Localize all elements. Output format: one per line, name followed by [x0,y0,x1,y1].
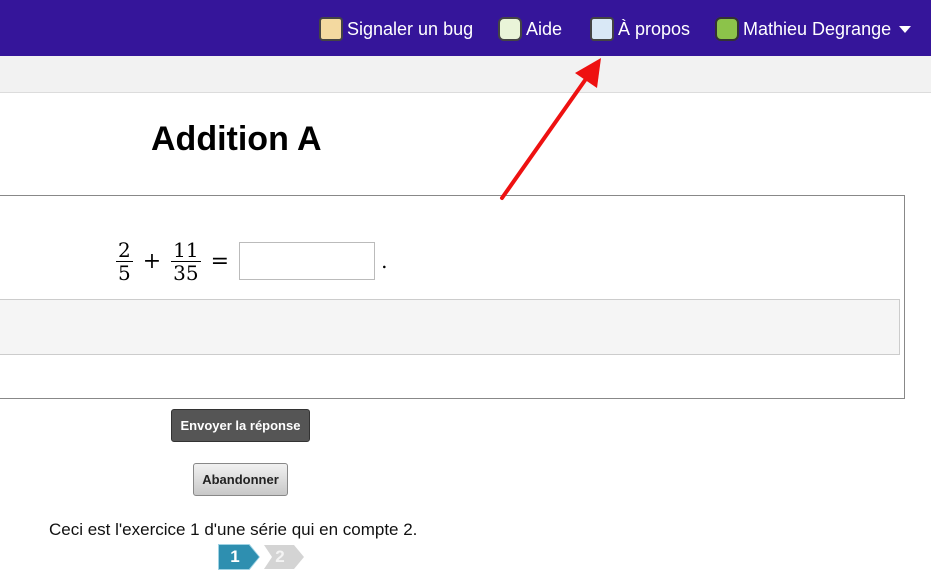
page-title: Addition A [151,120,322,158]
report-bug-label: Signaler un bug [347,18,474,39]
secondary-toolbar [0,56,931,93]
series-progress-text: Ceci est l'exercice 1 d'une série qui en… [49,520,418,539]
arrow-shaft [500,74,590,200]
step-1-label: 1 [230,547,240,566]
equals-sign: = [210,248,230,274]
fraction-first-numerator: 2 [118,237,131,262]
fraction-first: 2 5 [116,239,133,284]
user-avatar-icon [715,17,739,41]
help-label: Aide [526,18,563,39]
answer-input[interactable] [239,242,376,280]
chevron-down-icon [899,25,912,33]
plus-operator: + [142,248,162,274]
about-icon [590,17,614,41]
step-2-label: 2 [275,547,285,566]
equation: 2 5 + 11 35 = . [112,233,387,289]
help-link[interactable]: Aide [498,15,562,43]
sentence-period: . [381,249,388,273]
step-2-indicator[interactable]: 2 [264,545,304,569]
report-bug-link[interactable]: Signaler un bug [319,15,473,43]
fraction-second: 11 35 [171,237,201,285]
about-label: À propos [618,18,691,39]
user-name: Mathieu Degrange [743,18,892,39]
fraction-first-denominator: 5 [118,260,131,285]
abandon-button[interactable]: Abandonner [193,463,288,496]
exercise-panel [0,195,905,399]
feedback-area [0,299,900,355]
user-menu[interactable]: Mathieu Degrange [715,15,912,43]
about-link[interactable]: À propos [590,15,690,43]
bug-report-icon [319,17,343,41]
fraction-second-numerator: 11 [173,237,199,262]
help-icon [498,17,522,41]
fraction-second-denominator: 35 [173,260,199,285]
top-navigation-bar: Signaler un bug Aide À propos Mathieu De… [0,0,931,56]
submit-answer-button[interactable]: Envoyer la réponse [171,409,310,442]
